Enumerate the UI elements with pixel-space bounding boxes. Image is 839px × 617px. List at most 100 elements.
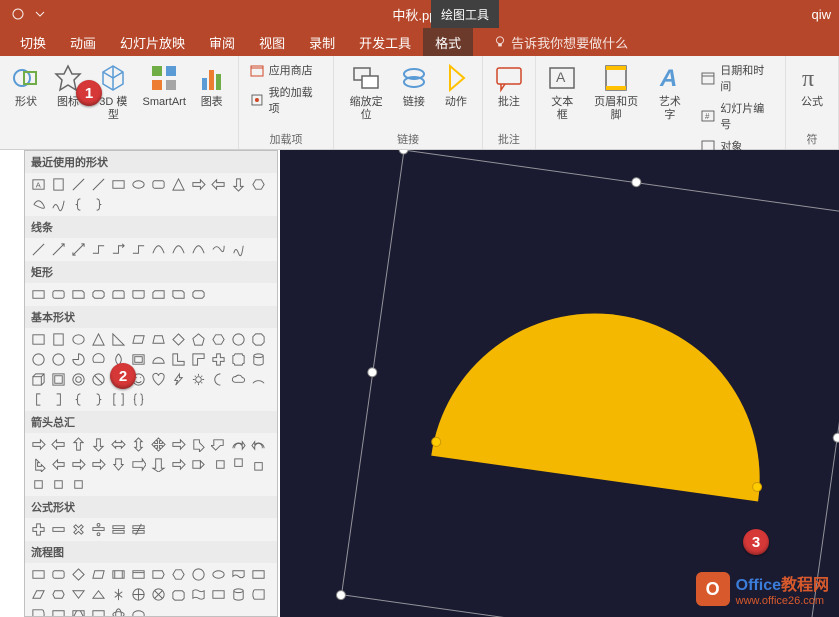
shape-f15[interactable] [69, 585, 88, 604]
shape-ar15[interactable] [69, 455, 88, 474]
shape-b-brk[interactable] [109, 390, 128, 409]
shape-ar10[interactable] [209, 435, 228, 454]
shape-b-lbrc[interactable] [69, 390, 88, 409]
shape-ar2[interactable] [49, 435, 68, 454]
shape-b-rbrc[interactable] [89, 390, 108, 409]
shape-b-diamond[interactable] [169, 330, 188, 349]
shape-b-chord[interactable] [89, 350, 108, 369]
shape-ar21[interactable] [189, 455, 208, 474]
shape-scribble2[interactable] [229, 240, 248, 259]
shape-freeform2[interactable] [209, 240, 228, 259]
shape-textbox-v[interactable] [49, 175, 68, 194]
shape-ar14[interactable] [49, 455, 68, 474]
shape-oval[interactable] [129, 175, 148, 194]
shape-r2[interactable] [49, 285, 68, 304]
equation-button[interactable]: π 公式 [792, 60, 832, 111]
tab-developer[interactable]: 开发工具 [347, 28, 423, 56]
resize-handle-sw[interactable] [335, 589, 346, 600]
shape-r9[interactable] [189, 285, 208, 304]
shape-triangle[interactable] [169, 175, 188, 194]
shape-curve1[interactable] [149, 240, 168, 259]
shape-b-lbrk[interactable] [29, 390, 48, 409]
shape-f20[interactable] [169, 585, 188, 604]
zoom-button[interactable]: 缩放定位 [340, 60, 392, 124]
shape-f26[interactable] [49, 605, 68, 617]
shape-b-half[interactable] [149, 350, 168, 369]
shape-ar8[interactable] [169, 435, 188, 454]
shapes-button[interactable]: 形状 [6, 60, 46, 111]
tab-format[interactable]: 格式 [423, 28, 473, 56]
shape-ar5[interactable] [109, 435, 128, 454]
shape-b-rtri[interactable] [109, 330, 128, 349]
shape-f19[interactable] [149, 585, 168, 604]
tab-record[interactable]: 录制 [297, 28, 347, 56]
shape-r4[interactable] [89, 285, 108, 304]
shape-eq-plus[interactable] [29, 520, 48, 539]
shape-b-tri[interactable] [89, 330, 108, 349]
shape-arrow-r[interactable] [189, 175, 208, 194]
comment-button[interactable]: 批注 [489, 60, 529, 111]
shape-curve2[interactable] [169, 240, 188, 259]
shape-r8[interactable] [169, 285, 188, 304]
shape-ar1[interactable] [29, 435, 48, 454]
wordart-button[interactable]: A 艺术字 [650, 60, 691, 124]
chart-button[interactable]: 图表 [192, 60, 232, 111]
shape-freeform[interactable] [29, 195, 48, 214]
datetime-button[interactable]: 日期和时间 [696, 60, 779, 96]
shape-ar3[interactable] [69, 435, 88, 454]
shape-ar25[interactable] [29, 475, 48, 494]
shape-b-oval[interactable] [69, 330, 88, 349]
shape-b-pent[interactable] [189, 330, 208, 349]
tell-me-search[interactable]: 告诉我你想要做什么 [493, 33, 628, 52]
shape-arrow-d[interactable] [229, 175, 248, 194]
tab-animations[interactable]: 动画 [58, 28, 108, 56]
shape-b-bolt[interactable] [169, 370, 188, 389]
shape-f27[interactable] [69, 605, 88, 617]
action-button[interactable]: 动作 [436, 60, 476, 111]
shape-f4[interactable] [89, 565, 108, 584]
tab-slideshow[interactable]: 幻灯片放映 [108, 28, 197, 56]
shape-ar11[interactable] [229, 435, 248, 454]
tab-view[interactable]: 视图 [247, 28, 297, 56]
app-store-button[interactable]: 应用商店 [245, 60, 328, 80]
shape-f29[interactable] [109, 605, 128, 617]
shape-lbrace[interactable] [69, 195, 88, 214]
shape-line2[interactable] [89, 175, 108, 194]
shape-b-can[interactable] [249, 350, 268, 369]
shape-b-hex[interactable] [209, 330, 228, 349]
shape-ar24[interactable] [249, 455, 268, 474]
shape-b-sun[interactable] [189, 370, 208, 389]
shape-f18[interactable] [129, 585, 148, 604]
shape-b-oct[interactable] [249, 330, 268, 349]
shape-b-hept[interactable] [229, 330, 248, 349]
shape-r1[interactable] [29, 285, 48, 304]
shape-b-bevel[interactable] [49, 370, 68, 389]
shape-b-trap[interactable] [149, 330, 168, 349]
shape-r7[interactable] [149, 285, 168, 304]
shape-b-heart[interactable] [149, 370, 168, 389]
touch-mode-icon[interactable] [10, 6, 26, 22]
shape-f23[interactable] [229, 585, 248, 604]
shape-b-dec[interactable] [29, 350, 48, 369]
shape-r3[interactable] [69, 285, 88, 304]
shape-r6[interactable] [129, 285, 148, 304]
shape-b-no[interactable] [89, 370, 108, 389]
shape-ar7[interactable] [149, 435, 168, 454]
shape-ar12[interactable] [249, 435, 268, 454]
shape-ar4[interactable] [89, 435, 108, 454]
shape-eq-eq[interactable] [109, 520, 128, 539]
slide-number-button[interactable]: # 幻灯片编号 [696, 98, 779, 134]
shape-f2[interactable] [49, 565, 68, 584]
shape-b-tb[interactable] [29, 330, 48, 349]
shape-b-moon[interactable] [209, 370, 228, 389]
shape-b-corner[interactable] [189, 350, 208, 369]
shape-line-s2[interactable] [49, 240, 68, 259]
shape-ar20[interactable] [169, 455, 188, 474]
shape-b-para[interactable] [129, 330, 148, 349]
shape-f16[interactable] [89, 585, 108, 604]
shape-elbow2[interactable] [109, 240, 128, 259]
shape-rbrace[interactable] [89, 195, 108, 214]
shape-elbow3[interactable] [129, 240, 148, 259]
shape-b-cube[interactable] [29, 370, 48, 389]
shape-line[interactable] [69, 175, 88, 194]
